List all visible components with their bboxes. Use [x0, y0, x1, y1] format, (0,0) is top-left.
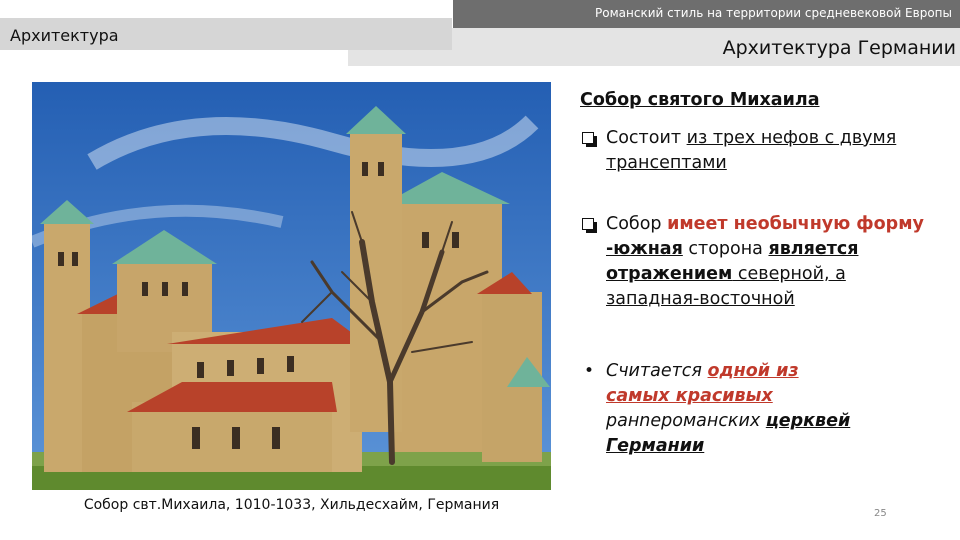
shape-highlight: имеет необычную форму	[667, 214, 924, 234]
checkbox-bullet-icon	[582, 218, 597, 233]
list-item: • Считается одной из самых красивых ранn…	[584, 361, 851, 456]
presentation-title: Романский стиль на территории средневеко…	[595, 6, 952, 20]
bullet-icon: •	[584, 361, 595, 381]
page-number: 25	[874, 508, 887, 519]
checkbox-bullet-icon	[582, 132, 597, 147]
content-heading: Собор святого Михаила	[580, 90, 820, 110]
nave-link: из трех нефов с двумя	[686, 128, 897, 148]
section-bar: Архитектура	[0, 18, 452, 50]
list-item: Состоит из трех нефов с двумя трансептам…	[580, 126, 950, 176]
list-item: Собор имеет необычную форму -южная сторо…	[580, 212, 950, 312]
top-header-bar: Романский стиль на территории средневеко…	[453, 0, 960, 28]
cathedral-photo	[32, 82, 551, 490]
cathedral-illustration	[32, 82, 551, 490]
photo-caption: Собор свт.Михаила, 1010-1033, Хильдесхай…	[83, 497, 500, 513]
section-label: Архитектура	[10, 26, 119, 45]
slide-subtitle: Архитектура Германии	[722, 37, 956, 59]
